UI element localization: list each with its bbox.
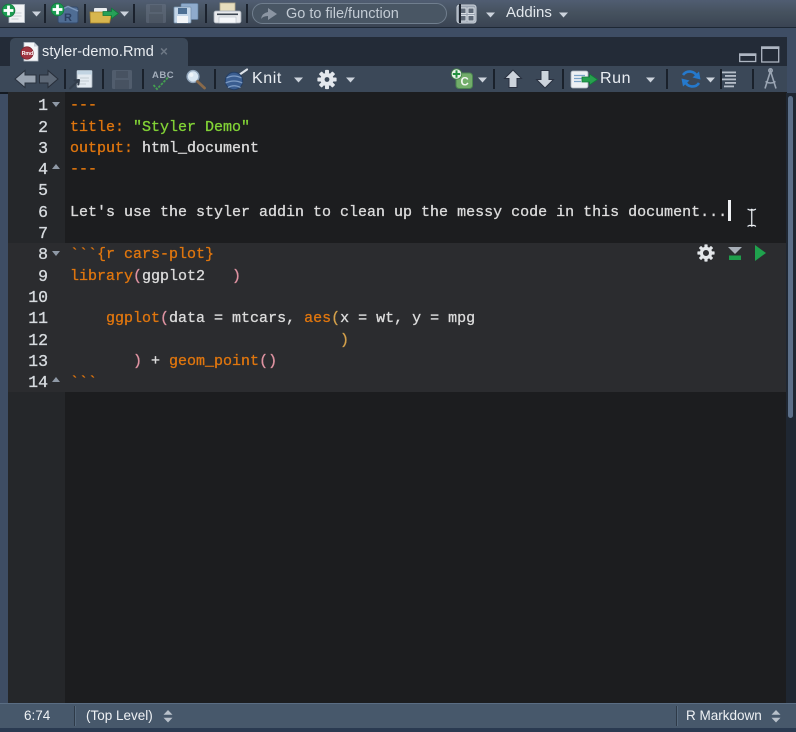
svg-text:R: R — [64, 12, 72, 24]
svg-text:ABC: ABC — [152, 70, 174, 81]
svg-text:Rmd: Rmd — [22, 51, 34, 57]
svg-text:C: C — [461, 77, 469, 89]
